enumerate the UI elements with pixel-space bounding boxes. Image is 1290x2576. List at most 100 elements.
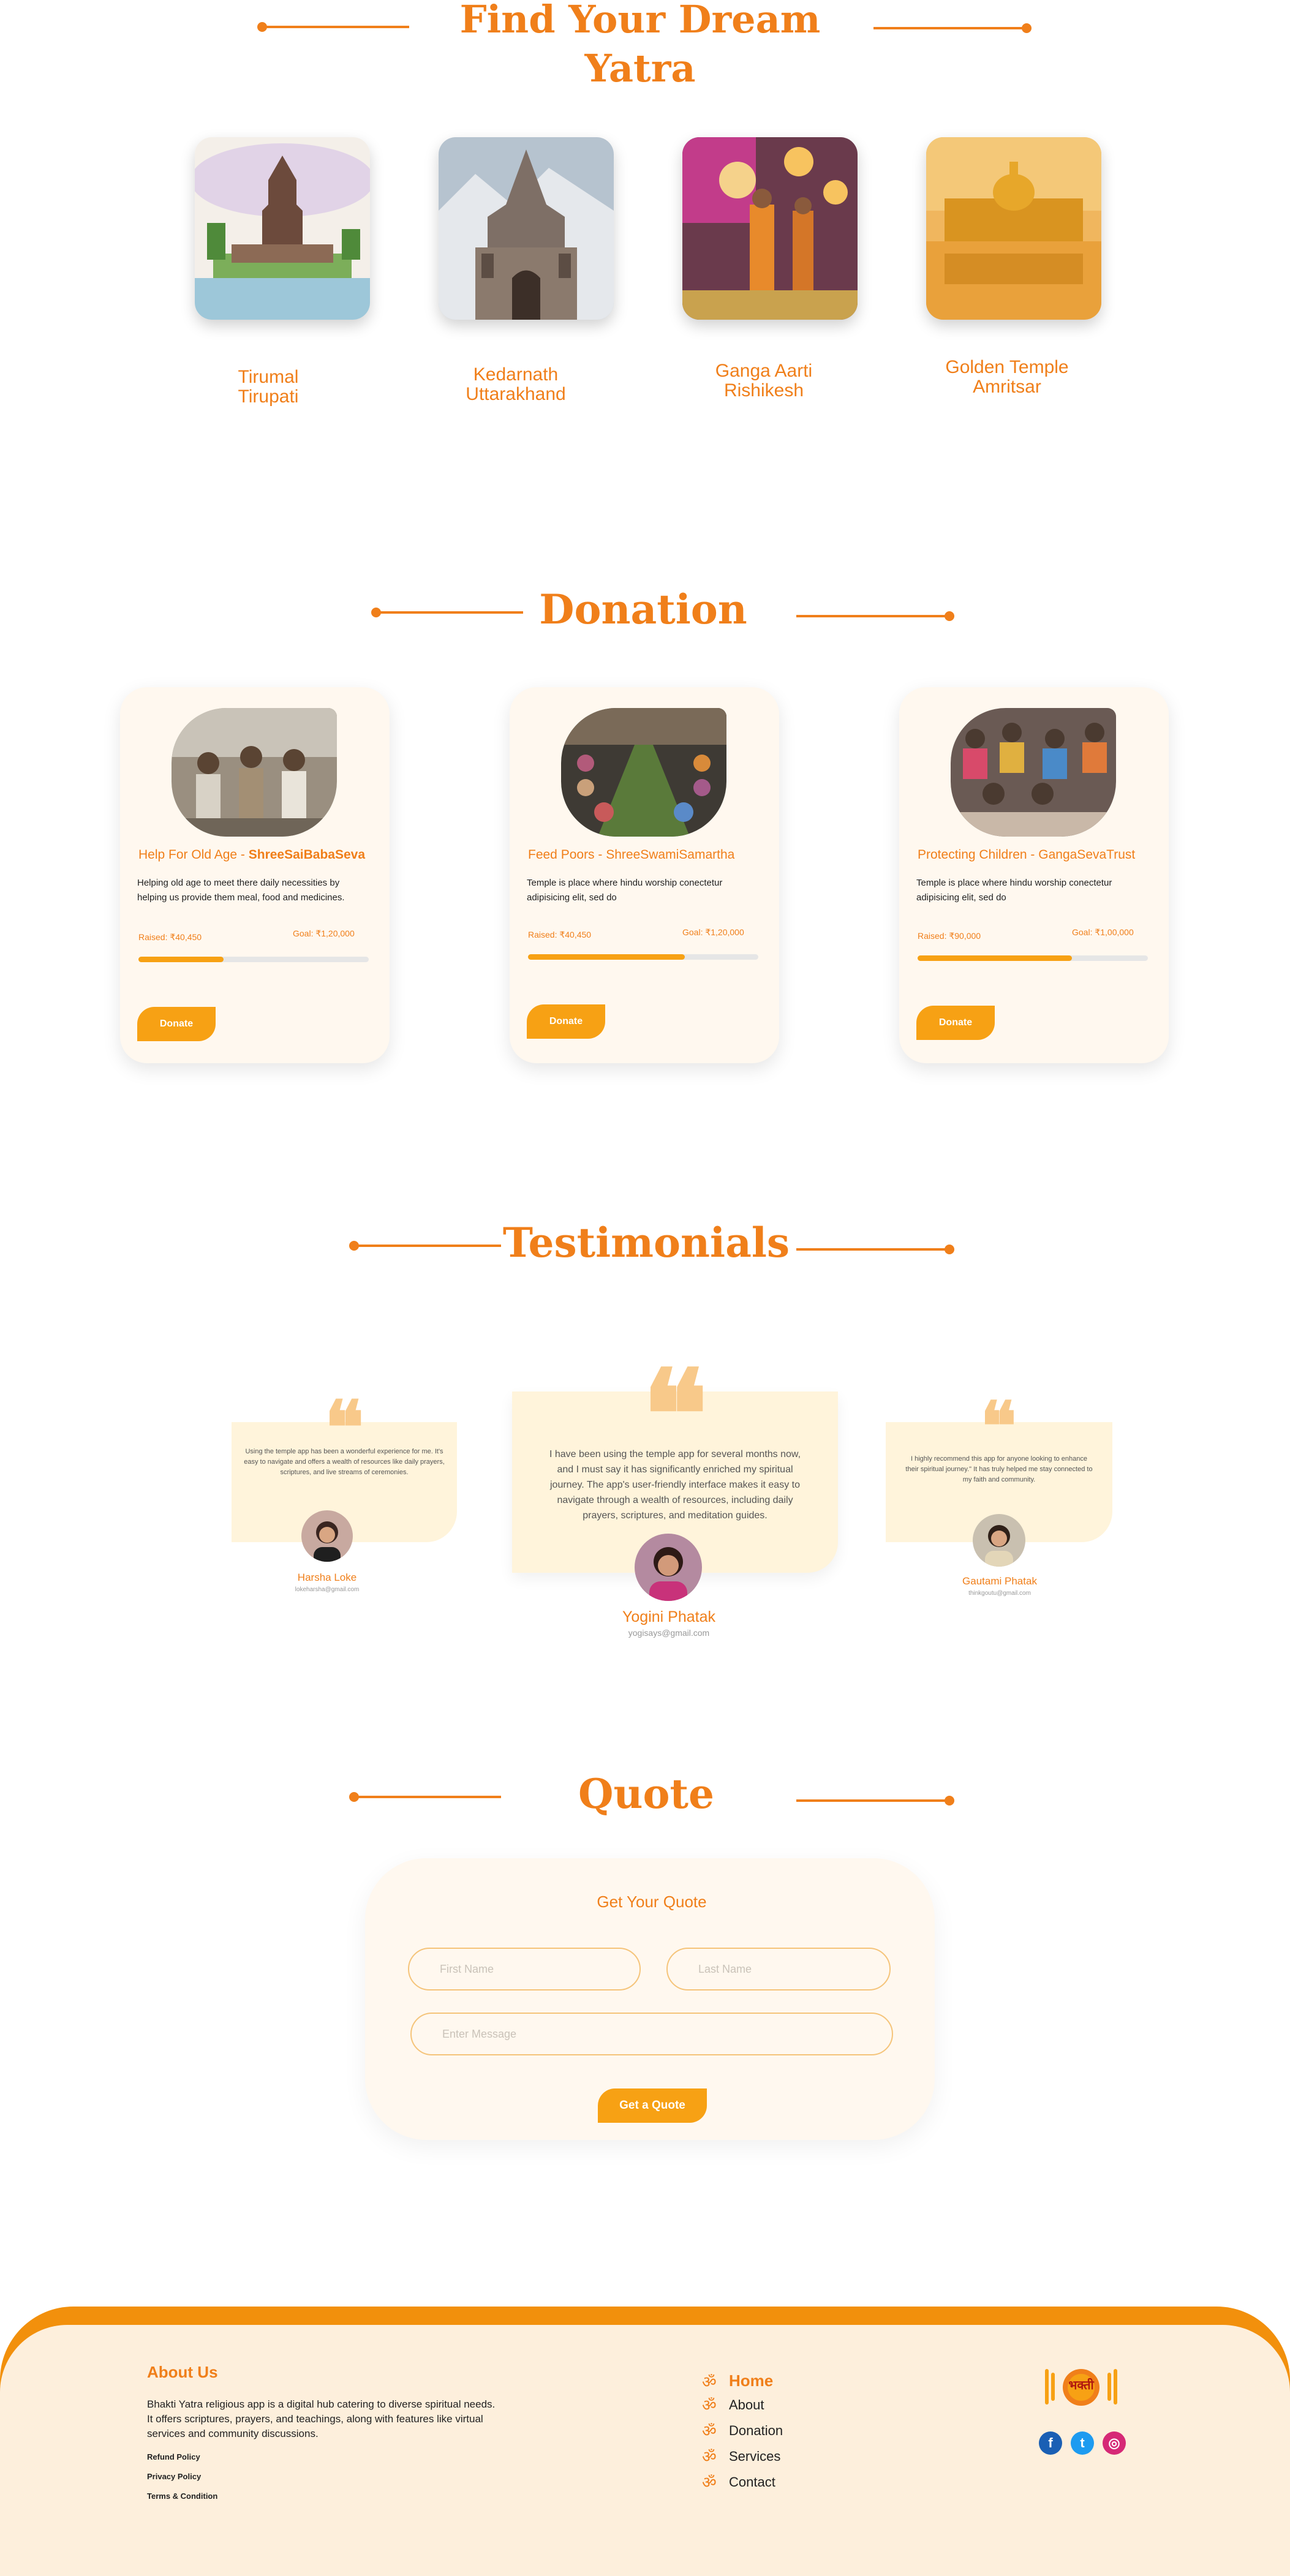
donation-image-feed-poors [561, 708, 726, 837]
get-quote-button[interactable]: Get a Quote [598, 2088, 707, 2123]
donation-raised: Raised: ₹40,450 [138, 932, 202, 942]
donation-image-children [951, 708, 1116, 837]
donation-card: Help For Old Age - ShreeSaiBabaSeva Help… [120, 687, 390, 1063]
yatra-image-kedarnath[interactable] [439, 137, 614, 320]
about-us-title: About Us [147, 2363, 218, 2381]
testimonial-text: I highly recommend this app for anyone l… [905, 1455, 1093, 1483]
testimonial-email: thinkgoutu@gmail.com [968, 1590, 1031, 1597]
donation-progress-bar [138, 957, 369, 962]
footer-nav-about[interactable]: About [729, 2397, 764, 2413]
avatar [301, 1510, 353, 1562]
footer-nav-donation[interactable]: Donation [729, 2423, 783, 2439]
title-line-right [796, 1799, 949, 1802]
om-icon: ॐ [702, 2422, 717, 2440]
yatra-label-line2: Rishikesh [723, 380, 804, 401]
donation-card: Feed Poors - ShreeSwamiSamartha Temple i… [510, 687, 779, 1063]
donation-progress-fill [528, 954, 685, 960]
om-icon: ॐ [702, 2473, 717, 2491]
donation-card-title-org: ShreeSaiBabaSeva [248, 848, 366, 862]
privacy-policy-link[interactable]: Privacy Policy [147, 2472, 201, 2481]
donation-card-text: Temple is place where hindu worship cone… [916, 878, 1112, 903]
testimonial-text: I have been using the temple app for sev… [549, 1449, 801, 1521]
donation-progress-fill [138, 957, 224, 962]
yatra-image-ganga-aarti[interactable] [682, 137, 858, 320]
om-icon: ॐ [702, 2447, 717, 2466]
yatra-label-line1: Kedarnath [473, 364, 559, 385]
yatra-label-line1: Golden Temple [945, 357, 1069, 377]
donation-card-text: Helping old age to meet there daily nece… [137, 878, 345, 903]
title-line-left [262, 26, 409, 28]
title-line-right [796, 1248, 949, 1251]
logo-text: भक्ती [1068, 2378, 1094, 2392]
yatra-label-line1: Ganga Aarti [715, 361, 813, 381]
testimonial-email: yogisays@gmail.com [628, 1628, 710, 1638]
first-name-field[interactable]: First Name [408, 1948, 641, 1990]
donation-card-title-text: Feed Poors - ShreeSwamiSamartha [528, 848, 735, 862]
om-icon: ॐ [702, 2396, 717, 2414]
twitter-icon[interactable]: t [1071, 2431, 1094, 2455]
testimonial-text: Using the temple app has been a wonderfu… [244, 1448, 445, 1476]
about-us-text: Bhakti Yatra religious app is a digital … [147, 2398, 496, 2439]
donation-card-title: Protecting Children - GangaSevaTrust [918, 848, 1135, 862]
yatra-label-golden-temple[interactable]: Golden Temple Amritsar [909, 358, 1105, 397]
yatra-label-tirupati[interactable]: Tirumal Tirupati [170, 367, 366, 407]
yatra-image-tirupati[interactable] [195, 137, 370, 320]
donation-progress-bar [528, 954, 758, 960]
donate-button[interactable]: Donate [916, 1006, 995, 1040]
donate-button[interactable]: Donate [137, 1007, 216, 1041]
donate-button[interactable]: Donate [527, 1004, 605, 1039]
donation-progress-fill [918, 955, 1072, 961]
yatra-image-golden-temple[interactable] [926, 137, 1101, 320]
message-field[interactable]: Enter Message [410, 2013, 893, 2055]
facebook-icon[interactable]: f [1039, 2431, 1062, 2455]
donation-raised: Raised: ₹40,450 [528, 930, 592, 940]
testimonial-name: Harsha Loke [297, 1572, 357, 1583]
quote-title: Quote [578, 1770, 714, 1818]
testimonial-email: lokeharsha@gmail.com [295, 1586, 360, 1593]
donation-progress-bar [918, 955, 1148, 961]
testimonials-title: Testimonials [502, 1219, 790, 1267]
donation-title: Donation [539, 586, 747, 633]
footer-nav-contact[interactable]: Contact [729, 2474, 775, 2490]
yatra-title: Find Your Dream Yatra [459, 0, 821, 91]
om-icon: ॐ [702, 2373, 717, 2391]
yatra-label-line2: Uttarakhand [466, 384, 566, 404]
donation-card-title: Help For Old Age - ShreeSaiBabaSeva [138, 848, 365, 862]
title-line-dot-right [945, 611, 954, 621]
donation-goal: Goal: ₹1,00,000 [1072, 927, 1134, 937]
donation-card: Protecting Children - GangaSevaTrust Tem… [899, 687, 1169, 1063]
donation-image-old-age [172, 708, 337, 837]
bhakti-logo[interactable]: भक्ती [1043, 2364, 1120, 2409]
title-line-dot-right [945, 1245, 954, 1254]
donation-card-text: Temple is place where hindu worship cone… [527, 878, 723, 903]
yatra-label-ganga-aarti[interactable]: Ganga Aarti Rishikesh [666, 361, 862, 401]
title-line-left [376, 611, 523, 614]
terms-condition-link[interactable]: Terms & Condition [147, 2491, 217, 2501]
testimonial-name: Gautami Phatak [962, 1575, 1037, 1587]
refund-policy-link[interactable]: Refund Policy [147, 2452, 200, 2461]
title-line-dot-right [945, 1796, 954, 1806]
donation-goal: Goal: ₹1,20,000 [682, 927, 744, 937]
yatra-label-line1: Tirumal [238, 367, 299, 387]
donation-card-title-text: Protecting Children - GangaSevaTrust [918, 848, 1136, 862]
yatra-label-line2: Tirupati [238, 386, 299, 407]
title-line-left [354, 1245, 501, 1247]
title-line-right [873, 27, 1027, 29]
avatar [635, 1534, 702, 1601]
last-name-field[interactable]: Last Name [666, 1948, 891, 1990]
instagram-icon[interactable]: ◎ [1103, 2431, 1126, 2455]
footer-nav-home[interactable]: Home [729, 2371, 773, 2390]
donation-card-title-text: Help For Old Age - [138, 848, 249, 862]
title-line-left [354, 1796, 501, 1798]
title-line-right [796, 615, 949, 617]
donation-card-title: Feed Poors - ShreeSwamiSamartha [528, 848, 734, 862]
donation-goal: Goal: ₹1,20,000 [293, 928, 355, 938]
testimonial-name: Yogini Phatak [622, 1608, 715, 1625]
yatra-label-kedarnath[interactable]: Kedarnath Uttarakhand [418, 365, 614, 404]
quote-form-title: Get Your Quote [597, 1892, 707, 1911]
title-line-dot-right [1022, 23, 1032, 33]
donation-raised: Raised: ₹90,000 [918, 931, 981, 941]
footer-nav-services[interactable]: Services [729, 2449, 780, 2465]
yatra-label-line2: Amritsar [973, 377, 1041, 397]
avatar [973, 1514, 1025, 1567]
